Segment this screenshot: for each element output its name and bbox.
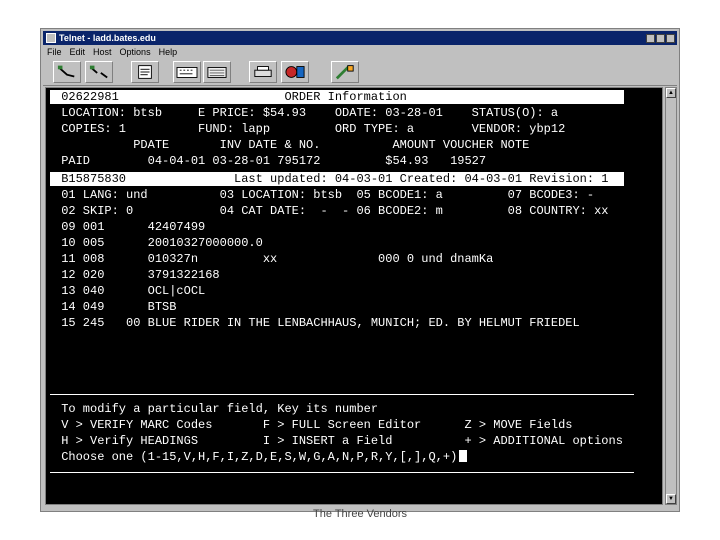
command-prompt-text: Choose one (1-15,V,H,F,I,Z,D,E,S,W,G,A,N… <box>54 450 458 464</box>
copy-icon <box>207 67 227 78</box>
menu-bar: File Edit Host Options Help <box>43 46 185 58</box>
menu-help[interactable]: Help <box>159 47 178 57</box>
prompt-line: To modify a particular field, Key its nu… <box>54 402 379 416</box>
keyboard-icon <box>176 67 198 78</box>
text-cursor <box>459 450 468 462</box>
prompt-divider <box>50 394 634 395</box>
print-button[interactable] <box>249 61 277 83</box>
menu-file[interactable]: File <box>47 47 62 57</box>
screen-line: PDATE INV DATE & NO. AMOUNT VOUCHER NOTE <box>54 138 530 152</box>
disconnect-icon <box>89 65 108 79</box>
scroll-up-icon[interactable]: ▲ <box>666 88 676 98</box>
toolbar <box>43 59 677 86</box>
screen-line: 02 SKIP: 0 04 CAT DATE: - - 06 BCODE2: m… <box>54 204 609 218</box>
screen-line: 10 005 20010327000000.0 <box>54 236 263 250</box>
close-button[interactable] <box>666 34 675 43</box>
maximize-button[interactable] <box>656 34 665 43</box>
prompt-line: V > VERIFY MARC Codes F > FULL Screen Ed… <box>54 418 573 432</box>
minimize-button[interactable] <box>646 34 655 43</box>
copy-button[interactable] <box>203 61 231 83</box>
order-header-line: 02622981 ORDER Information <box>54 90 407 104</box>
screen-line: 13 040 OCL|cOCL <box>54 284 206 298</box>
command-prompt[interactable]: Choose one (1-15,V,H,F,I,Z,D,E,S,W,G,A,N… <box>54 450 468 464</box>
text-icon <box>138 65 152 79</box>
screen-line: 01 LANG: und 03 LOCATION: btsb 05 BCODE1… <box>54 188 595 202</box>
bottom-divider <box>50 472 634 473</box>
system-menu-icon[interactable] <box>46 33 56 43</box>
prompt-line: H > Verify HEADINGS I > INSERT a Field +… <box>54 434 623 448</box>
screen-line: 14 049 BTSB <box>54 300 177 314</box>
menu-edit[interactable]: Edit <box>70 47 86 57</box>
terminal-screen[interactable]: 02622981 ORDER Information LOCATION: bts… <box>45 87 663 505</box>
vertical-scrollbar[interactable]: ▲ ▼ <box>665 87 677 505</box>
connect-icon <box>57 65 75 78</box>
slide-caption: The Three Vendors <box>313 508 407 520</box>
print-icon <box>254 66 272 77</box>
telnet-window: Telnet - ladd.bates.edu File Edit Host Opti… <box>40 28 680 512</box>
screen-line: PAID 04-04-01 03-28-01 795172 $54.93 195… <box>54 154 487 168</box>
disconnect-button[interactable] <box>85 61 113 83</box>
keyboard-button[interactable] <box>173 61 201 83</box>
macro-button[interactable] <box>331 61 359 83</box>
menu-host[interactable]: Host <box>93 47 112 57</box>
scroll-down-icon[interactable]: ▼ <box>666 494 676 504</box>
bib-header-line: B15875830 Last updated: 04-03-01 Created… <box>54 172 609 186</box>
title-bar: Telnet - ladd.bates.edu <box>43 31 677 45</box>
text-button[interactable] <box>131 61 159 83</box>
screen-line: 11 008 010327n xx 000 0 und dnamKa <box>54 252 494 266</box>
screen-line: COPIES: 1 FUND: lapp ORD TYPE: a VENDOR:… <box>54 122 566 136</box>
screen-line: 12 020 3791322168 <box>54 268 220 282</box>
menu-options[interactable]: Options <box>120 47 151 57</box>
screen-line: 15 245 00 BLUE RIDER IN THE LENBACHHAUS,… <box>54 316 580 330</box>
window-title: Telnet - ladd.bates.edu <box>59 33 156 43</box>
screen-line: LOCATION: btsb E PRICE: $54.93 ODATE: 03… <box>54 106 559 120</box>
settings-icon <box>285 66 305 78</box>
settings-button[interactable] <box>281 61 309 83</box>
connect-button[interactable] <box>53 61 81 83</box>
macro-icon <box>335 65 354 80</box>
screen-line: 09 001 42407499 <box>54 220 206 234</box>
